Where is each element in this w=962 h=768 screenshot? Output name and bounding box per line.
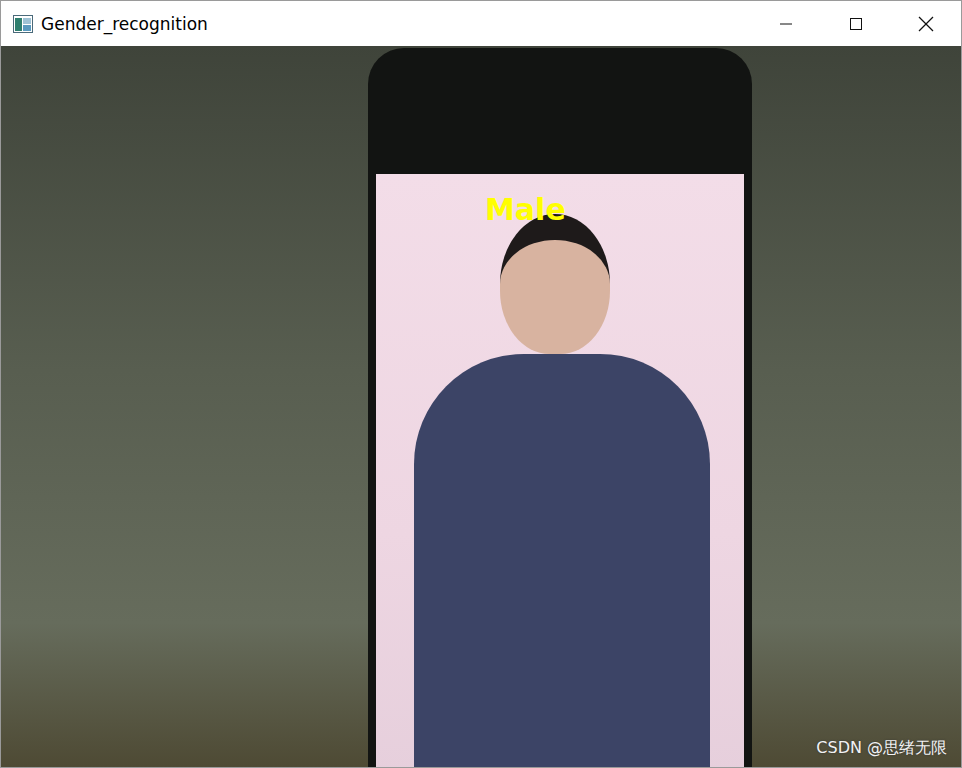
window-title: Gender_recognition (41, 14, 208, 34)
title-bar: Gender_recognition (1, 1, 961, 46)
person-figure (414, 354, 710, 767)
camera-frame: Male CSDN @思绪无限 (1, 46, 961, 767)
watermark: CSDN @思绪无限 (816, 738, 947, 759)
maximize-button[interactable] (821, 1, 891, 46)
maximize-icon (849, 17, 863, 31)
gender-label: Male (485, 192, 566, 228)
app-window-icon (13, 15, 33, 33)
phone-photo (376, 174, 744, 767)
phone-in-frame (368, 48, 752, 767)
app-window: Gender_recognition Male CSDN @思绪无限 (0, 0, 962, 768)
close-icon (918, 16, 934, 32)
close-button[interactable] (891, 1, 961, 46)
minimize-button[interactable] (751, 1, 821, 46)
minimize-icon (779, 17, 793, 31)
